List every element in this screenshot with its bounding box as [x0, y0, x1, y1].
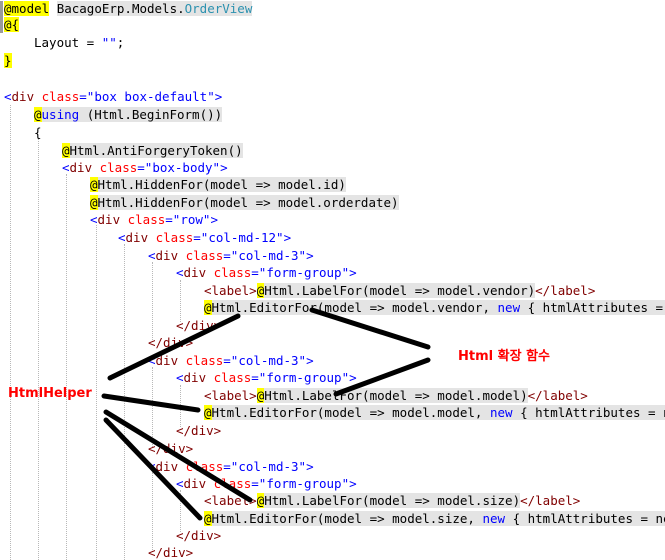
- annotation-overlay: [101, 307, 431, 521]
- annotation-line: [103, 409, 253, 503]
- annotation-line: [333, 357, 431, 397]
- code-editor[interactable]: @model BacagoErp.Models.OrderView @{ Lay…: [0, 0, 665, 560]
- html-extension-label: Html 확장 함수: [458, 349, 550, 364]
- annotation-line: [107, 313, 241, 381]
- annotation-line: [103, 417, 203, 521]
- htmlhelper-label: HtmlHelper: [8, 386, 92, 401]
- annotation-line: [309, 307, 431, 350]
- annotation-line: [101, 393, 201, 413]
